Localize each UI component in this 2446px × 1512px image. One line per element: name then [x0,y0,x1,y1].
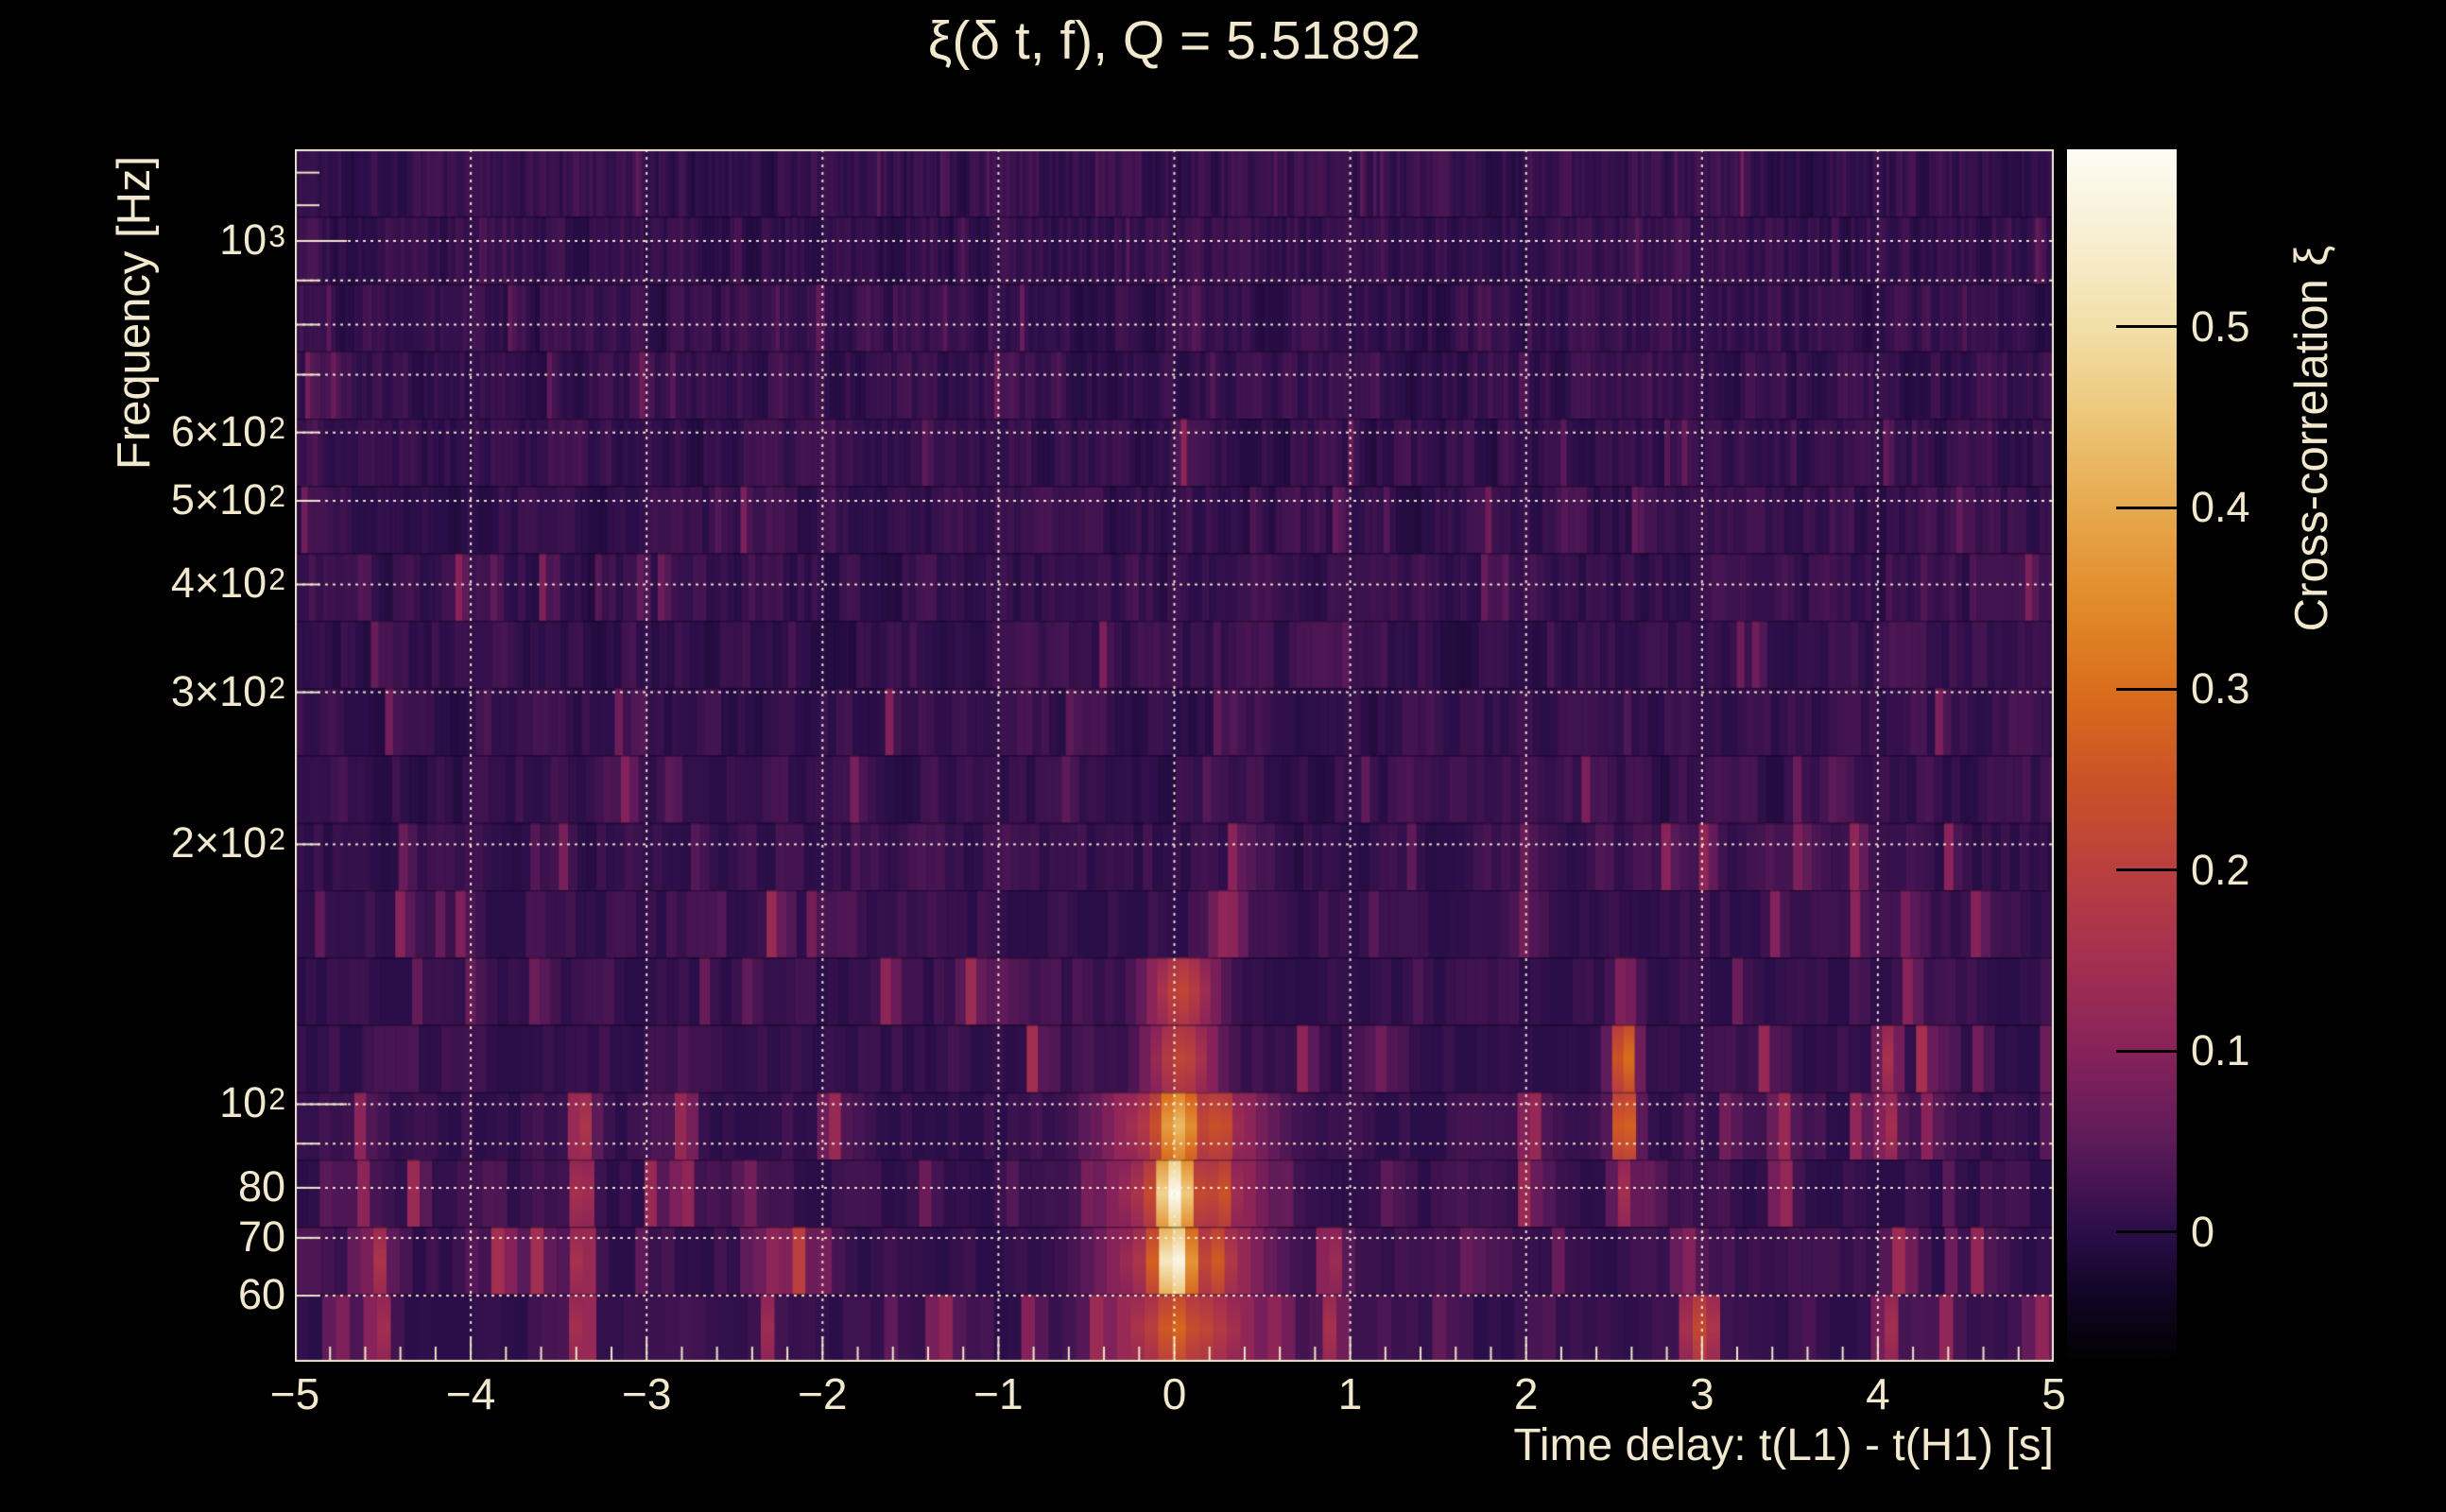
x-tick-label: −2 [798,1369,848,1418]
colorbar-tick-mark [2116,325,2177,329]
x-tick-label: 2 [1513,1369,1539,1418]
qscan-window: { "title": "ξ(δ t, f), Q = 5.51892", "x_… [0,0,2446,1512]
colorbar-tick-label: 0.3 [2191,664,2250,713]
y-tick-label: 103 [219,215,285,264]
colorbar-tick-mark [2116,1049,2177,1053]
y-tick-label: 102 [219,1078,285,1127]
y-tick-label: 3×102 [170,666,285,715]
colorbar-tick-mark [2116,687,2177,691]
y-tick-label: 5×102 [170,474,285,524]
x-tick-label: −5 [269,1369,320,1418]
x-tick-label: 3 [1690,1369,1714,1418]
spectrogram-heatmap [295,149,2054,1362]
colorbar-tick-label: 0.4 [2191,483,2250,532]
colorbar-tick-label: 0.2 [2191,845,2250,894]
y-tick-label: 4×102 [170,558,285,608]
x-tick-label: 5 [2041,1369,2066,1418]
colorbar-tick-label: 0 [2191,1207,2215,1256]
y-tick-label: 70 [237,1211,285,1261]
x-tick-label: 1 [1337,1369,1363,1418]
y-tick-label: 6×102 [170,406,285,455]
colorbar-tick-label: 0.1 [2191,1026,2250,1075]
y-tick-label: 2×102 [170,818,285,868]
y-axis-title: Frequency [Hz] [109,155,160,471]
x-tick-label: 0 [1162,1369,1187,1418]
colorbar-tick-mark [2116,868,2177,872]
colorbar-gradient [2067,149,2177,1359]
x-tick-label: −1 [973,1369,1024,1418]
colorbar-tick-mark [2116,1230,2177,1234]
x-axis-title: Time delay: t(L1) - t(H1) [s] [1513,1420,2054,1470]
y-tick-label: 80 [237,1161,285,1211]
x-tick-label: −3 [621,1369,672,1418]
x-tick-label: −4 [445,1369,496,1418]
colorbar-tick-mark [2116,506,2177,509]
colorbar-tick-label: 0.5 [2191,301,2250,351]
y-tick-label: 60 [237,1270,285,1319]
plot-title: ξ(δ t, f), Q = 5.51892 [927,10,1421,71]
x-tick-label: 4 [1866,1369,1890,1418]
